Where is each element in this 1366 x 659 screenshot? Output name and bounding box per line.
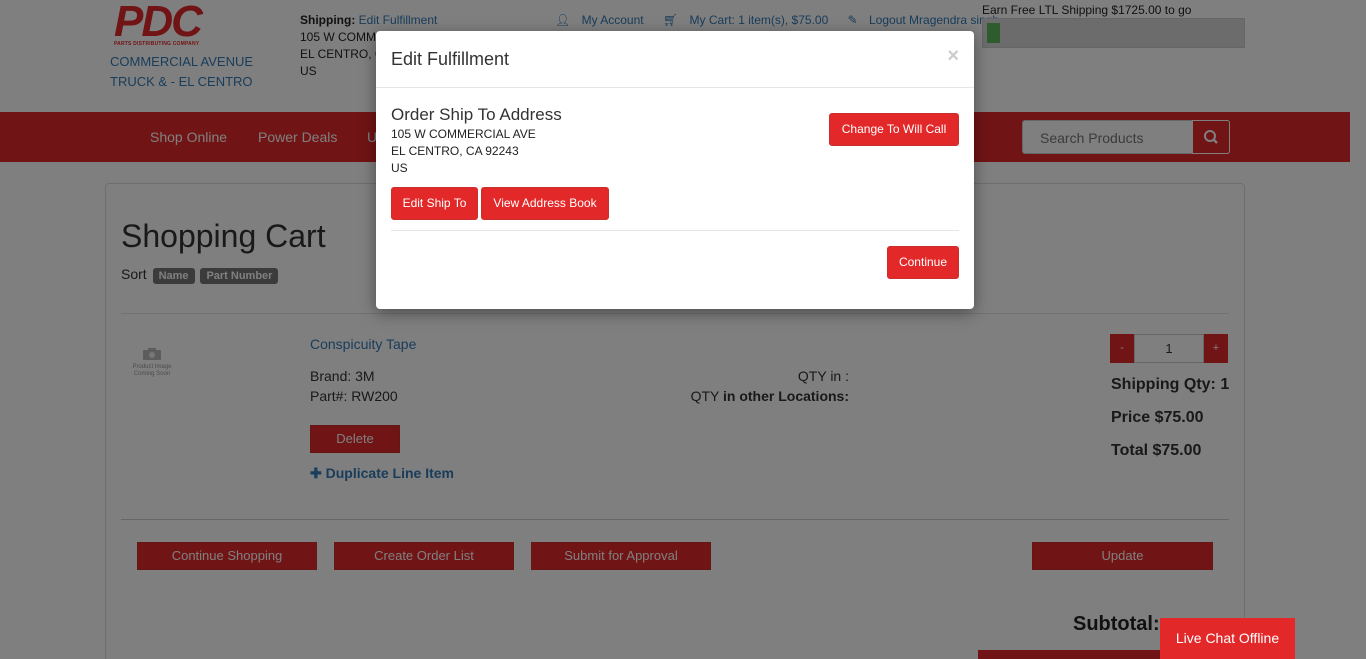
view-address-book-button[interactable]: View Address Book (481, 187, 609, 220)
live-chat-button[interactable]: Live Chat Offline (1160, 618, 1295, 659)
modal-title: Edit Fulfillment (391, 49, 510, 69)
change-to-will-call-button[interactable]: Change To Will Call (829, 113, 959, 146)
divider (376, 87, 974, 88)
continue-button[interactable]: Continue (887, 246, 959, 279)
ship-to-address: 105 W COMMERCIAL AVE EL CENTRO, CA 92243… (391, 127, 536, 175)
address-heading: Order Ship To Address (391, 105, 562, 124)
edit-ship-to-button[interactable]: Edit Ship To (391, 187, 478, 220)
close-icon[interactable]: × (947, 45, 959, 68)
edit-fulfillment-modal: Edit Fulfillment × Order Ship To Address… (376, 31, 974, 309)
divider (391, 230, 959, 231)
